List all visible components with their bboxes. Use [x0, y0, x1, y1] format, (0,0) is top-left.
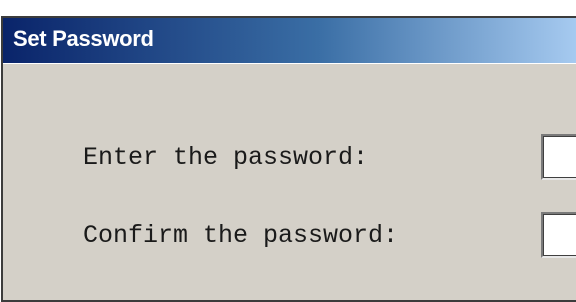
dialog-body: Enter the password: Confirm the password… [3, 63, 576, 300]
password-input[interactable] [541, 134, 576, 180]
set-password-dialog: Set Password Enter the password: Confirm… [1, 16, 576, 302]
background-window-strip [0, 0, 576, 16]
confirm-password-label: Confirm the password: [83, 221, 399, 250]
screen: Set Password Enter the password: Confirm… [0, 0, 576, 302]
dialog-titlebar[interactable]: Set Password [3, 18, 576, 63]
dialog-title: Set Password [13, 26, 154, 51]
password-label: Enter the password: [83, 143, 369, 172]
confirm-password-input[interactable] [541, 212, 576, 258]
